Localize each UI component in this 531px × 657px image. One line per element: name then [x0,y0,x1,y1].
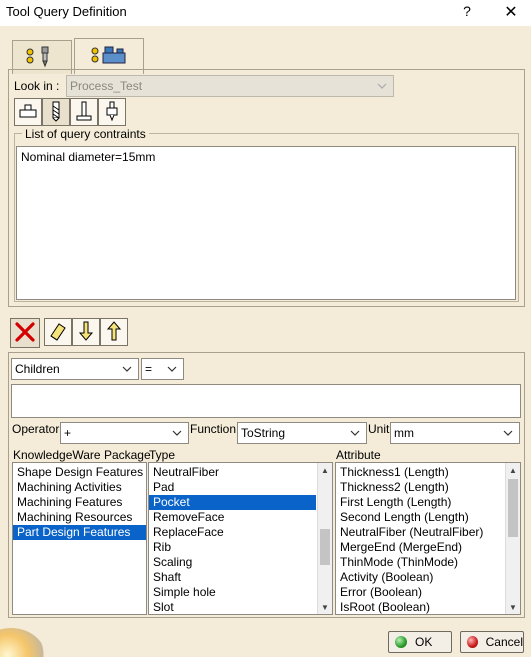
ok-button[interactable]: OK [388,631,452,653]
move-up-button[interactable] [100,318,128,346]
look-in-combo: Process_Test [66,75,394,97]
constraint-item[interactable]: Nominal diameter=15mm [17,150,515,165]
window-title: Tool Query Definition [6,4,127,19]
list-item[interactable]: NeutralFiber (NeutralFiber) [336,525,504,540]
expression-field[interactable] [11,384,521,418]
type-list[interactable]: NeutralFiber Pad Pocket RemoveFace Repla… [148,462,333,615]
chevron-down-icon [348,423,362,443]
kw-package-label: KnowledgeWare Package [13,448,151,462]
list-item[interactable]: Pad [149,480,316,495]
insert-tool-icon [101,100,123,125]
function-combo-value: ToString [241,426,286,440]
tool-holder-button[interactable] [14,98,42,126]
insert-tool-button[interactable] [98,98,126,126]
cancel-icon [467,636,478,648]
look-in-label: Look in : [14,79,60,93]
list-item[interactable]: Machining Resources [13,510,146,525]
constraints-legend: List of query contraints [22,127,149,141]
list-item[interactable]: ReplaceFace [149,525,316,540]
drill-icon [45,100,67,125]
list-item[interactable]: Thickness2 (Length) [336,480,504,495]
list-item[interactable]: MergeEnd (MergeEnd) [336,540,504,555]
list-item[interactable]: Rib [149,540,316,555]
cancel-button[interactable]: Cancel [460,631,524,653]
function-label: Function [190,422,237,436]
drill-button[interactable] [42,98,70,126]
list-item[interactable]: Second Length (Length) [336,510,504,525]
scroll-up-icon[interactable]: ▲ [506,463,520,477]
unit-label: Unit [368,422,390,436]
tool-assembly-icon [22,44,62,71]
list-item[interactable]: Slot [149,600,316,614]
ok-label: OK [415,635,433,649]
chevron-down-icon [170,423,184,443]
eraser-icon [47,320,69,345]
chevron-down-icon [501,423,515,443]
end-mill-icon [73,100,95,125]
list-item[interactable]: NeutralFiber [149,465,316,480]
list-item[interactable]: Machining Features [13,495,146,510]
list-item[interactable]: IsRoot (Boolean) [336,600,504,614]
attribute-label: Attribute [336,448,381,462]
list-item[interactable]: Scaling [149,555,316,570]
close-button[interactable]: ✕ [497,2,525,22]
help-button[interactable]: ? [458,3,476,19]
chevron-down-icon [165,359,179,379]
look-in-value: Process_Test [70,79,143,93]
operator-label: Operator [12,422,60,436]
delete-button[interactable] [10,318,40,348]
decorative-glow [0,628,46,657]
list-item[interactable]: Shaft [149,570,316,585]
children-combo-value: Children [15,362,60,376]
chevron-down-icon [120,359,134,379]
list-item[interactable]: First Length (Length) [336,495,504,510]
operator-select-value: = [145,362,153,376]
constraints-list[interactable]: Nominal diameter=15mm [16,146,516,300]
attribute-list[interactable]: Thickness1 (Length) Thickness2 (Length) … [335,462,521,615]
attribute-list-scrollbar[interactable]: ▲ ▼ [505,463,520,614]
arrow-down-icon [75,320,97,345]
move-down-button[interactable] [72,318,100,346]
unit-combo[interactable]: mm [390,422,520,444]
list-item-selected[interactable]: Part Design Features [13,525,146,540]
eraser-button[interactable] [44,318,72,346]
cancel-label: Cancel [485,635,523,649]
list-item[interactable]: ThinMode (ThinMode) [336,555,504,570]
arrow-up-icon [103,320,125,345]
list-item[interactable]: Simple hole [149,585,316,600]
type-label: Type [149,448,176,462]
scroll-thumb[interactable] [320,529,330,565]
machine-resource-icon [87,43,131,70]
title-bar: Tool Query Definition ? ✕ [0,0,531,26]
list-item[interactable]: Activity (Boolean) [336,570,504,585]
list-item[interactable]: Error (Boolean) [336,585,504,600]
list-item[interactable]: RemoveFace [149,510,316,525]
list-item-selected[interactable]: Pocket [149,495,316,510]
list-item[interactable]: Shape Design Features [13,465,146,480]
list-item[interactable]: Machining Activities [13,480,146,495]
function-combo[interactable]: ToString [237,422,367,444]
tool-holder-icon [17,100,39,125]
operator-combo-value: + [64,426,72,440]
scroll-up-icon[interactable]: ▲ [318,463,332,477]
scroll-thumb[interactable] [508,479,518,537]
operator-select[interactable]: = [141,358,184,380]
operator-combo[interactable]: + [60,422,189,444]
ok-icon [395,636,407,648]
unit-combo-value: mm [394,426,414,440]
scroll-down-icon[interactable]: ▼ [506,600,520,614]
scroll-down-icon[interactable]: ▼ [318,600,332,614]
list-item[interactable]: Thickness1 (Length) [336,465,504,480]
chevron-down-icon [375,76,389,96]
delete-icon [14,321,36,346]
children-combo[interactable]: Children [11,358,139,380]
kw-package-list[interactable]: Shape Design Features Machining Activiti… [12,462,147,615]
type-list-scrollbar[interactable]: ▲ ▼ [317,463,332,614]
end-mill-button[interactable] [70,98,98,126]
